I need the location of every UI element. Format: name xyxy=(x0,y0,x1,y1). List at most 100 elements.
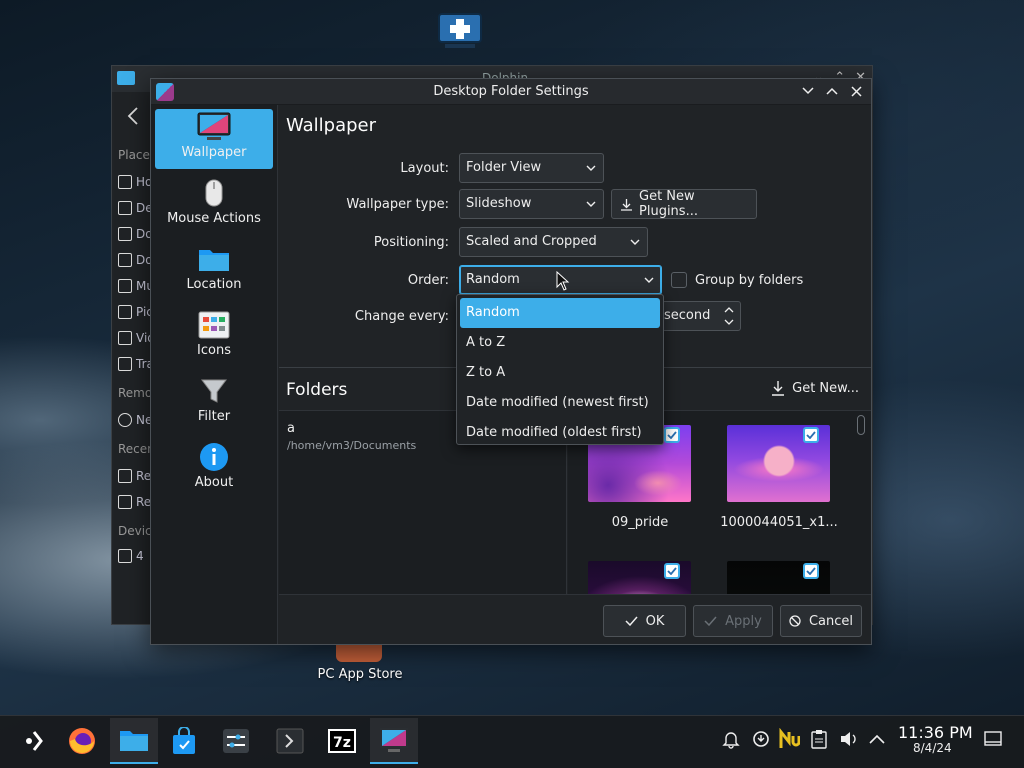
clock-time[interactable]: 11:36 PM xyxy=(898,723,973,742)
chevron-down-icon xyxy=(644,276,654,284)
tray-app-icon[interactable] xyxy=(778,728,800,750)
recent-files[interactable]: Recent Files xyxy=(118,466,152,486)
7zip-icon: 7z xyxy=(327,728,357,754)
order-option-random[interactable]: Random xyxy=(460,298,660,328)
positioning-label: Positioning: xyxy=(373,235,449,250)
ok-button[interactable]: OK xyxy=(603,605,686,637)
place-trash[interactable]: Trash xyxy=(118,354,152,374)
nav-location[interactable]: Location xyxy=(155,241,273,301)
pictures-icon xyxy=(118,305,132,319)
close-icon[interactable] xyxy=(849,84,863,98)
desktop-pc-app-store[interactable]: PC App Store xyxy=(300,640,420,690)
recent-header: Recent xyxy=(118,442,152,456)
taskbar-discover[interactable] xyxy=(160,718,208,764)
back-arrow-icon[interactable] xyxy=(126,106,140,126)
spin-arrows-icon[interactable] xyxy=(724,305,734,327)
download-icon xyxy=(620,198,633,211)
mouse-cursor-icon xyxy=(556,271,570,291)
recent-locations-icon xyxy=(118,495,132,509)
nav-wallpaper[interactable]: Wallpaper xyxy=(155,109,273,169)
taskbar-dolphin[interactable] xyxy=(110,718,158,764)
dialog-footer: OK Apply Cancel xyxy=(279,594,871,644)
check-icon[interactable] xyxy=(664,427,680,443)
show-desktop-icon[interactable] xyxy=(982,728,1004,750)
nav-filter[interactable]: Filter xyxy=(155,373,273,433)
download-icon xyxy=(770,380,786,396)
order-option-a-to-z[interactable]: A to Z xyxy=(460,328,660,358)
cancel-icon xyxy=(789,615,801,627)
dialog-titlebar[interactable]: Desktop Folder Settings xyxy=(151,79,871,105)
home-icon xyxy=(118,175,132,189)
scrollbar-handle[interactable] xyxy=(857,415,865,435)
place-videos[interactable]: Videos xyxy=(118,328,152,348)
wallpaper-type-label: Wallpaper type: xyxy=(346,197,449,212)
mouse-icon xyxy=(197,178,231,208)
order-option-z-to-a[interactable]: Z to A xyxy=(460,358,660,388)
clock-date[interactable]: 8/4/24 xyxy=(913,741,952,755)
documents-icon xyxy=(118,227,132,241)
place-downloads[interactable]: Downloads xyxy=(118,250,152,270)
nav-about[interactable]: About xyxy=(155,439,273,499)
settings-sidebar: Wallpaper Mouse Actions Location Icons F… xyxy=(151,105,278,644)
tray-expand-chevron-up-icon[interactable] xyxy=(866,728,888,750)
nav-icons[interactable]: Icons xyxy=(155,307,273,367)
trash-icon xyxy=(118,357,132,371)
tray-notifications-icon[interactable] xyxy=(720,728,742,750)
icons-grid-icon xyxy=(197,310,231,340)
check-icon[interactable] xyxy=(803,427,819,443)
order-option-newest-first[interactable]: Date modified (newest first) xyxy=(460,388,660,418)
tray-volume-icon[interactable] xyxy=(838,728,860,750)
get-new-wallpapers-button[interactable]: Get New... xyxy=(770,380,859,396)
device-item[interactable]: 4 xyxy=(118,546,152,566)
folder-item-name[interactable]: a xyxy=(287,421,295,436)
order-dropdown-menu[interactable]: Random A to Z Z to A Date modified (newe… xyxy=(456,294,664,445)
tray-updates-icon[interactable] xyxy=(750,728,772,750)
taskbar: 7z 11:36 PM 8/4/24 xyxy=(0,715,1024,768)
remote-network[interactable]: Network xyxy=(118,410,152,430)
place-pictures[interactable]: Pictures xyxy=(118,302,152,322)
firefox-icon xyxy=(67,726,97,756)
taskbar-konsole[interactable] xyxy=(266,718,314,764)
place-desktop[interactable]: Desktop xyxy=(118,198,152,218)
taskbar-7zip[interactable]: 7z xyxy=(318,718,366,764)
place-home[interactable]: Home xyxy=(118,172,152,192)
check-icon xyxy=(704,616,717,626)
steamos-launcher-icon xyxy=(21,728,47,754)
tray-clipboard-icon[interactable] xyxy=(808,728,830,750)
taskbar-settings[interactable] xyxy=(212,718,260,764)
layout-combo[interactable]: Folder View xyxy=(459,153,604,183)
chevron-down-icon xyxy=(586,200,596,208)
music-icon xyxy=(118,279,132,293)
dolphin-folder-icon xyxy=(117,71,135,85)
desktop-settings-icon xyxy=(379,727,409,753)
taskbar-firefox[interactable] xyxy=(58,718,106,764)
place-documents[interactable]: Documents xyxy=(118,224,152,244)
desktop-app-icon[interactable] xyxy=(437,12,483,52)
order-option-oldest-first[interactable]: Date modified (oldest first) xyxy=(460,418,660,448)
maximize-icon[interactable] xyxy=(825,84,839,98)
apply-button[interactable]: Apply xyxy=(693,605,773,637)
places-header: Places xyxy=(118,148,152,162)
application-launcher[interactable] xyxy=(10,718,58,764)
folder-item-path: /home/vm3/Documents xyxy=(287,439,417,452)
network-icon xyxy=(118,413,132,427)
checkbox-box xyxy=(671,272,687,288)
check-icon[interactable] xyxy=(664,563,680,579)
recent-locations[interactable]: Recent Locations xyxy=(118,492,152,512)
desktop-icon xyxy=(118,201,132,215)
place-music[interactable]: Music xyxy=(118,276,152,296)
app-store-label: PC App Store xyxy=(317,667,403,682)
group-by-folders-checkbox[interactable]: Group by folders xyxy=(671,272,803,288)
cancel-button[interactable]: Cancel xyxy=(780,605,862,637)
folders-title: Folders xyxy=(286,380,348,400)
change-every-label: Change every: xyxy=(354,309,449,324)
positioning-combo[interactable]: Scaled and Cropped xyxy=(459,227,648,257)
minimize-icon[interactable] xyxy=(801,84,815,98)
dialog-title: Desktop Folder Settings xyxy=(433,84,589,99)
check-icon[interactable] xyxy=(803,563,819,579)
monitor-icon xyxy=(197,112,231,142)
taskbar-desktop-settings[interactable] xyxy=(370,718,418,764)
nav-mouse-actions[interactable]: Mouse Actions xyxy=(155,175,273,235)
wallpaper-type-combo[interactable]: Slideshow xyxy=(459,189,604,219)
get-new-plugins-button[interactable]: Get New Plugins... xyxy=(611,189,757,219)
